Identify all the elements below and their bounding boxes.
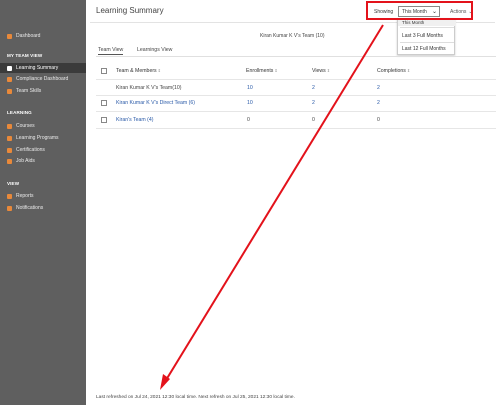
- sidebar-item-courses[interactable]: Courses: [0, 121, 86, 131]
- dashboard-icon: [7, 33, 12, 39]
- team-caption: Kiran Kumar K V's Team (10): [260, 33, 325, 39]
- row-completions[interactable]: 2: [377, 85, 380, 91]
- row-enrollments[interactable]: 10: [247, 100, 253, 106]
- column-header-completions[interactable]: Completions⇕: [377, 68, 410, 74]
- select-all-checkbox[interactable]: [101, 68, 107, 74]
- column-header-label: Views: [312, 68, 326, 74]
- dropdown-option-last-3-months[interactable]: Last 3 Full Months: [398, 30, 456, 41]
- certificate-icon: [7, 147, 12, 153]
- sidebar-item-label: Notifications: [16, 205, 44, 211]
- row-views[interactable]: 2: [312, 100, 315, 106]
- column-header-team-members[interactable]: Team & Members⇕: [116, 68, 161, 74]
- row-completions: 0: [377, 117, 380, 123]
- actions-menu-button[interactable]: Actions ⌄: [450, 9, 473, 15]
- row-views: 0: [312, 117, 315, 123]
- annotation-arrow-head: [160, 374, 170, 390]
- sort-icon: ⇕: [274, 68, 278, 73]
- tab-team-view[interactable]: Team View: [98, 47, 124, 55]
- row-divider: [96, 111, 496, 112]
- sidebar-heading-learning: LEARNING: [7, 110, 32, 115]
- row-views[interactable]: 2: [312, 85, 315, 91]
- period-dropdown: This Month Last 3 Full Months Last 12 Fu…: [397, 18, 456, 55]
- row-checkbox[interactable]: [101, 100, 107, 106]
- column-header-label: Team & Members: [116, 68, 157, 74]
- row-team-name[interactable]: Kiran's Team (4): [116, 117, 154, 123]
- reports-icon: [7, 193, 12, 199]
- tab-learnings-view[interactable]: Learnings View: [137, 47, 172, 53]
- skills-icon: [7, 88, 12, 94]
- sort-icon: ⇕: [406, 68, 411, 73]
- sidebar-item-job-aids[interactable]: Job Aids: [0, 156, 86, 166]
- row-divider: [96, 128, 496, 129]
- sidebar-item-notifications[interactable]: Notifications: [0, 203, 86, 213]
- sidebar-heading-view: VIEW: [7, 181, 20, 186]
- column-header-label: Enrollments: [246, 68, 274, 74]
- sidebar-item-label: Reports: [16, 193, 34, 199]
- sidebar-item-label: Learning Programs: [16, 135, 59, 141]
- sidebar-item-label: Certifications: [16, 147, 45, 153]
- column-header-label: Completions: [377, 68, 406, 74]
- row-team-name[interactable]: Kiran Kumar K V's Direct Team (6): [116, 100, 195, 106]
- summary-icon: [7, 65, 12, 71]
- column-header-enrollments[interactable]: Enrollments⇕: [246, 68, 278, 74]
- column-header-views[interactable]: Views⇕: [312, 68, 330, 74]
- sidebar-heading-my-team-view: MY TEAM VIEW: [7, 53, 43, 58]
- row-checkbox[interactable]: [101, 117, 107, 123]
- sidebar-item-label: Compliance Dashboard: [16, 76, 69, 82]
- row-enrollments[interactable]: 10: [247, 85, 253, 91]
- actions-label: Actions: [450, 9, 467, 15]
- dropdown-option-this-month[interactable]: This Month: [398, 19, 456, 26]
- row-team-name: Kiran Kumar K V's Team(10): [116, 85, 182, 91]
- sort-icon: ⇕: [326, 68, 331, 73]
- notifications-icon: [7, 205, 12, 211]
- programs-icon: [7, 135, 12, 141]
- sidebar-item-certifications[interactable]: Certifications: [0, 145, 86, 155]
- chevron-down-icon: ⌄: [468, 9, 473, 15]
- sidebar-item-learning-programs[interactable]: Learning Programs: [0, 133, 86, 143]
- sidebar-item-label: Courses: [16, 123, 35, 129]
- period-select[interactable]: This Month ⌄: [398, 6, 440, 17]
- sidebar-item-compliance-dashboard[interactable]: Compliance Dashboard: [0, 74, 86, 84]
- showing-label: Showing: [374, 9, 394, 15]
- row-divider: [96, 95, 496, 96]
- sidebar-item-label: Learning Summary: [16, 65, 59, 71]
- sidebar-item-label: Team Skills: [16, 88, 42, 94]
- sidebar-item-label: Job Aids: [16, 158, 35, 164]
- refresh-status-text: Last refreshed on Jul 24, 2021 12:30 loc…: [96, 395, 295, 400]
- dropdown-divider: [400, 27, 454, 28]
- chevron-down-icon: ⌄: [431, 9, 437, 15]
- page-title: Learning Summary: [96, 6, 164, 15]
- sidebar-item-team-skills[interactable]: Team Skills: [0, 86, 86, 96]
- sidebar-item-learning-summary[interactable]: Learning Summary: [0, 63, 86, 73]
- sort-icon: ⇕: [157, 68, 162, 73]
- compliance-icon: [7, 76, 12, 82]
- sidebar-item-dashboard[interactable]: Dashboard: [0, 31, 86, 41]
- tabs-divider: [96, 56, 496, 57]
- job-aids-icon: [7, 158, 12, 164]
- period-select-value: This Month: [402, 8, 427, 15]
- header-row-divider: [96, 79, 496, 80]
- sidebar: Dashboard MY TEAM VIEW Learning Summary …: [0, 0, 86, 405]
- row-enrollments: 0: [247, 117, 250, 123]
- courses-icon: [7, 123, 12, 129]
- sidebar-item-label: Dashboard: [16, 33, 41, 39]
- sidebar-item-reports[interactable]: Reports: [0, 191, 86, 201]
- row-completions[interactable]: 2: [377, 100, 380, 106]
- dropdown-option-last-12-months[interactable]: Last 12 Full Months: [398, 43, 456, 54]
